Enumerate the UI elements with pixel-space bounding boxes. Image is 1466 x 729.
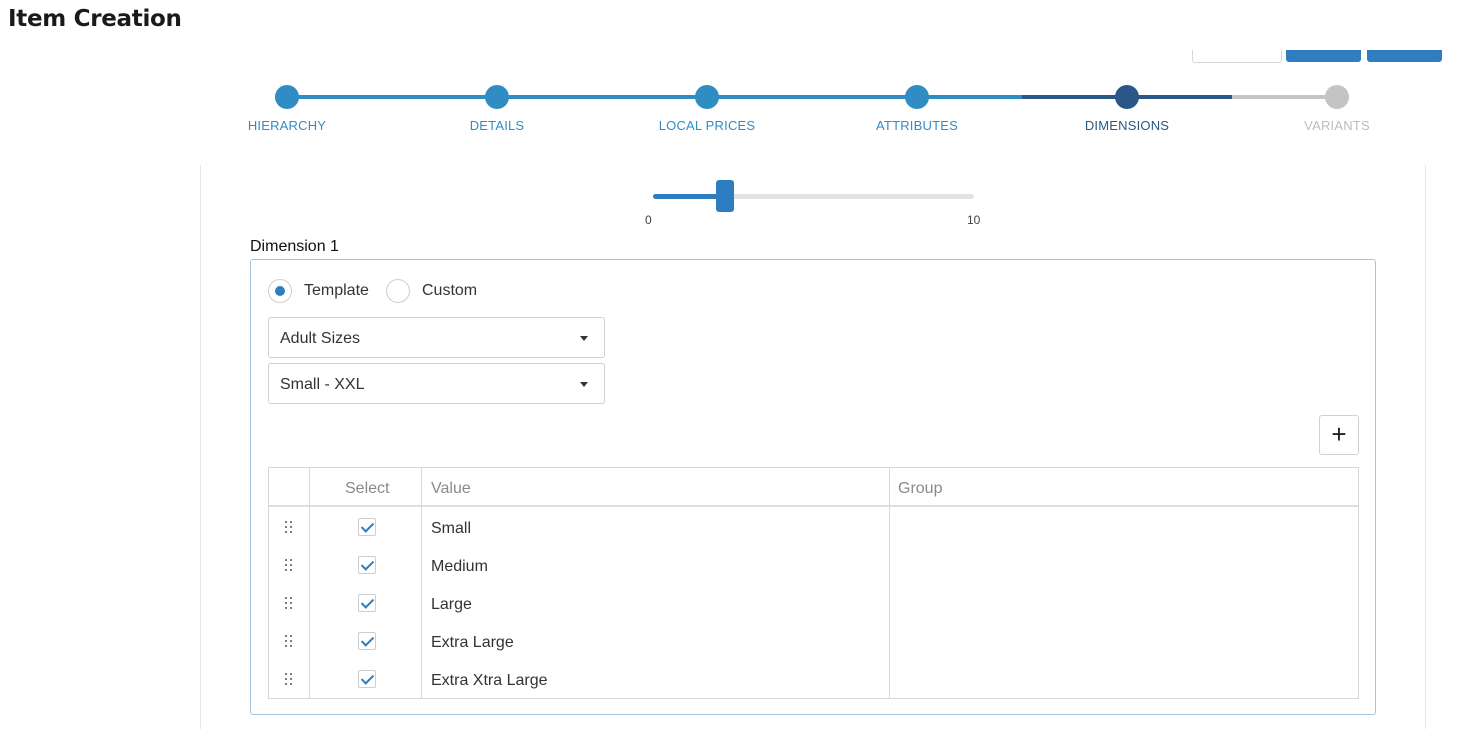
step-dot-dimensions[interactable] [1115, 85, 1139, 109]
value-cell[interactable]: Medium [431, 558, 488, 576]
table-row: Extra Xtra Large [269, 661, 1358, 699]
column-header-value[interactable]: Value [431, 480, 471, 498]
dimension-values-table: Select Value Group Small Medium Large Ex… [268, 467, 1359, 699]
value-cell[interactable]: Small [431, 520, 471, 538]
slider-max-label: 10 [967, 213, 981, 227]
step-label-variants[interactable]: VARIANTS [1237, 118, 1437, 133]
step-dot-variants[interactable] [1325, 85, 1349, 109]
step-connector-1 [287, 95, 497, 99]
value-cell[interactable]: Extra Xtra Large [431, 672, 548, 690]
column-header-select[interactable]: Select [345, 480, 389, 498]
column-header-group[interactable]: Group [898, 480, 942, 498]
step-dot-local-prices[interactable] [695, 85, 719, 109]
table-row: Extra Large [269, 623, 1358, 661]
step-label-hierarchy[interactable]: HIERARCHY [187, 118, 387, 133]
row-select-checkbox[interactable] [358, 556, 376, 574]
row-select-checkbox[interactable] [358, 632, 376, 650]
template-radio[interactable] [268, 279, 292, 303]
slider-min-label: 0 [645, 213, 652, 227]
slider-handle[interactable] [716, 180, 735, 212]
drag-handle-icon[interactable] [285, 558, 293, 574]
row-select-checkbox[interactable] [358, 594, 376, 612]
drag-handle-icon[interactable] [285, 520, 293, 536]
chevron-down-icon [580, 382, 588, 387]
step-label-dimensions[interactable]: DIMENSIONS [1027, 118, 1227, 133]
row-select-checkbox[interactable] [358, 670, 376, 688]
panel-left-border [200, 165, 201, 729]
dimension-title: Dimension 1 [250, 238, 339, 255]
drag-handle-icon[interactable] [285, 672, 293, 688]
template-select-value: Adult Sizes [280, 330, 361, 347]
step-connector-3 [707, 95, 917, 99]
table-header: Select Value Group [269, 468, 1358, 507]
step-label-local-prices[interactable]: LOCAL PRICES [607, 118, 807, 133]
drag-handle-icon[interactable] [285, 596, 293, 612]
step-label-details[interactable]: DETAILS [397, 118, 597, 133]
step-connector-4b [1022, 95, 1127, 99]
step-connector-5 [1127, 95, 1232, 99]
step-dot-hierarchy[interactable] [275, 85, 299, 109]
progress-stepper: HIERARCHY DETAILS LOCAL PRICES ATTRIBUTE… [0, 0, 1466, 150]
add-value-button[interactable]: + [1319, 415, 1359, 455]
step-label-attributes[interactable]: ATTRIBUTES [817, 118, 1017, 133]
table-row: Medium [269, 547, 1358, 585]
value-cell[interactable]: Large [431, 596, 472, 614]
template-radio-label[interactable]: Template [304, 282, 369, 300]
template-select[interactable]: Adult Sizes [268, 317, 605, 358]
range-select-value: Small - XXL [280, 376, 365, 393]
table-row: Small [269, 509, 1358, 547]
custom-radio-label[interactable]: Custom [422, 282, 477, 300]
step-connector-4 [917, 95, 1022, 99]
step-dot-details[interactable] [485, 85, 509, 109]
step-connector-5b [1232, 95, 1337, 99]
row-select-checkbox[interactable] [358, 518, 376, 536]
step-dot-attributes[interactable] [905, 85, 929, 109]
value-cell[interactable]: Extra Large [431, 634, 514, 652]
range-select[interactable]: Small - XXL [268, 363, 605, 404]
slider-fill [653, 194, 726, 199]
table-row: Large [269, 585, 1358, 623]
template-radio-selected-dot [275, 286, 285, 296]
step-connector-2 [497, 95, 707, 99]
panel-right-border [1425, 165, 1426, 729]
chevron-down-icon [580, 336, 588, 341]
custom-radio[interactable] [386, 279, 410, 303]
drag-handle-icon[interactable] [285, 634, 293, 650]
